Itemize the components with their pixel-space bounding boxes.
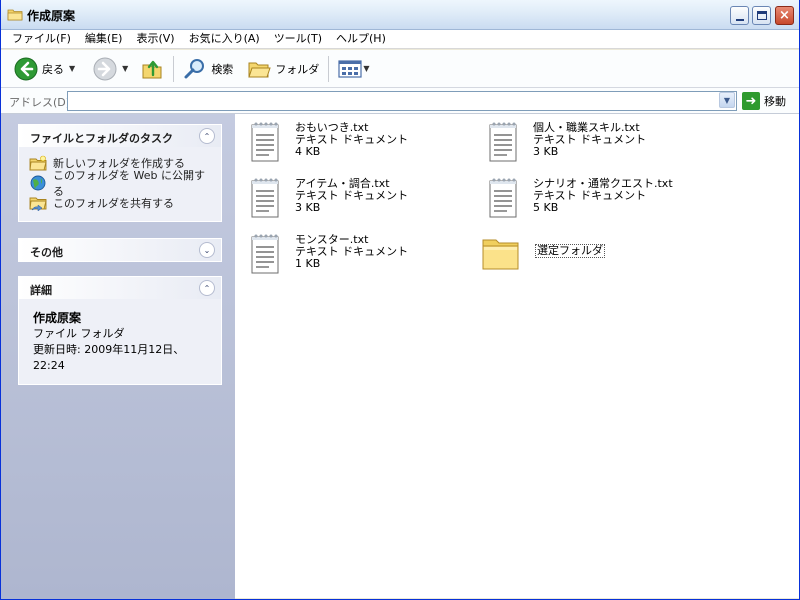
search-label: 検索: [211, 62, 234, 76]
panel-body: 作成原案 ファイル フォルダ 更新日時: 2009年11月12日、22:24: [19, 299, 221, 384]
close-button[interactable]: ×: [775, 6, 794, 25]
close-icon: ×: [779, 8, 790, 23]
menu-view[interactable]: 表示(V): [129, 30, 181, 48]
file-view: おもいつき.txt テキスト ドキュメント 4 KB 個人・職業スキル.txt …: [235, 114, 799, 598]
details-panel: 詳細 ⌃ 作成原案 ファイル フォルダ 更新日時: 2009年11月12日、22…: [18, 276, 222, 385]
file-size: 1 KB: [295, 257, 321, 270]
menu-edit[interactable]: 編集(E): [78, 30, 130, 48]
go-label: 移動: [764, 95, 786, 108]
new-folder-icon: [29, 155, 47, 171]
back-arrow-icon: [14, 57, 38, 80]
go-arrow-icon: ➜: [742, 92, 760, 110]
collapse-chevron-icon[interactable]: ⌃: [199, 280, 215, 296]
other-places-panel: その他 ⌄: [18, 238, 222, 262]
folders-label: フォルダ: [275, 62, 320, 76]
share-folder-icon: [29, 197, 47, 211]
folder-icon: [7, 9, 23, 21]
details-header[interactable]: 詳細 ⌃: [19, 277, 221, 299]
search-button[interactable]: 検索: [180, 54, 236, 84]
address-bar: アドレス(D) ▼ ➜ 移動: [1, 88, 799, 114]
file-item[interactable]: シナリオ・通常クエスト.txt テキスト ドキュメント 5 KB: [487, 176, 673, 220]
file-item[interactable]: アイテム・調合.txt テキスト ドキュメント 3 KB: [249, 176, 408, 220]
maximize-button[interactable]: [752, 6, 771, 25]
views-icon: [338, 59, 362, 78]
panel-title: その他: [30, 246, 63, 259]
back-button[interactable]: 戻る ▼: [11, 54, 78, 84]
panel-title: 詳細: [30, 284, 52, 297]
minimize-button[interactable]: [730, 6, 749, 25]
forward-dropdown-icon[interactable]: ▼: [122, 64, 128, 73]
detail-modified-date: 更新日時: 2009年11月12日、22:24: [33, 343, 185, 372]
file-folder-tasks-header[interactable]: ファイルとフォルダのタスク ⌃: [19, 125, 221, 147]
file-size: 5 KB: [533, 201, 559, 214]
up-folder-button[interactable]: [137, 54, 167, 84]
forward-button[interactable]: ▼: [90, 54, 131, 84]
file-size: 3 KB: [533, 145, 559, 158]
task-label: このフォルダを共有する: [53, 197, 174, 210]
text-document-icon: [251, 122, 279, 162]
menu-file[interactable]: ファイル(F): [5, 30, 78, 48]
minimize-icon: [735, 18, 744, 21]
search-icon: [184, 58, 205, 78]
up-folder-icon: [142, 60, 162, 78]
back-label: 戻る: [42, 62, 64, 76]
chevron-down-icon: ▼: [723, 95, 731, 105]
menu-help[interactable]: ヘルプ(H): [329, 30, 393, 48]
address-label: アドレス(D): [9, 96, 71, 109]
views-dropdown-icon: ▼: [363, 64, 370, 73]
panel-title: ファイルとフォルダのタスク: [30, 132, 173, 145]
forward-arrow-icon: [93, 57, 117, 80]
publish-web-task[interactable]: このフォルダを Web に公開する: [29, 169, 211, 198]
maximize-icon: [756, 11, 767, 20]
file-folder-tasks-panel: ファイルとフォルダのタスク ⌃ 新しいフォルダを作成する このフォルダを Web…: [18, 124, 222, 222]
other-places-header[interactable]: その他 ⌄: [19, 239, 221, 261]
file-item[interactable]: おもいつき.txt テキスト ドキュメント 4 KB: [249, 120, 408, 164]
file-size: 3 KB: [295, 201, 321, 214]
toolbar-separator: [173, 55, 175, 82]
window-title: 作成原案: [27, 9, 76, 23]
back-dropdown-icon[interactable]: ▼: [69, 64, 75, 73]
text-document-icon: [251, 234, 279, 274]
address-input[interactable]: [67, 91, 737, 111]
expand-chevron-icon[interactable]: ⌄: [199, 242, 215, 258]
views-button[interactable]: ▼: [335, 54, 372, 84]
file-item[interactable]: 個人・職業スキル.txt テキスト ドキュメント 3 KB: [487, 120, 646, 164]
detail-folder-type: ファイル フォルダ: [33, 327, 125, 340]
menu-favorites[interactable]: お気に入り(A): [182, 30, 267, 48]
text-document-icon: [489, 178, 517, 218]
text-document-icon: [489, 122, 517, 162]
toolbar-separator: [328, 55, 330, 82]
folder-item[interactable]: 選定フォルダ: [481, 232, 605, 274]
publish-web-icon: [30, 175, 46, 191]
address-dropdown-button[interactable]: ▼: [719, 92, 735, 108]
task-pane: ファイルとフォルダのタスク ⌃ 新しいフォルダを作成する このフォルダを Web…: [1, 114, 235, 599]
menu-tools[interactable]: ツール(T): [267, 30, 329, 48]
text-document-icon: [251, 178, 279, 218]
panel-body: 新しいフォルダを作成する このフォルダを Web に公開する このフォルダを共有…: [19, 147, 221, 221]
file-size: 4 KB: [295, 145, 321, 158]
explorer-window: 作成原案 × ファイル(F) 編集(E) 表示(V) お気に入り(A) ツール(…: [0, 0, 800, 600]
file-item[interactable]: モンスター.txt テキスト ドキュメント 1 KB: [249, 232, 408, 276]
folder-name: 選定フォルダ: [535, 244, 605, 258]
folder-icon: [482, 239, 519, 270]
detail-folder-name: 作成原案: [33, 311, 82, 325]
folders-button[interactable]: フォルダ: [244, 54, 322, 84]
collapse-chevron-icon[interactable]: ⌃: [199, 128, 215, 144]
folders-icon: [248, 62, 272, 77]
go-button[interactable]: ➜ 移動: [742, 92, 786, 110]
title-bar[interactable]: 作成原案 ×: [1, 0, 799, 30]
toolbar: 戻る ▼ ▼ 検索 フォルダ ▼: [1, 50, 799, 88]
menu-bar: ファイル(F) 編集(E) 表示(V) お気に入り(A) ツール(T) ヘルプ(…: [1, 30, 799, 49]
